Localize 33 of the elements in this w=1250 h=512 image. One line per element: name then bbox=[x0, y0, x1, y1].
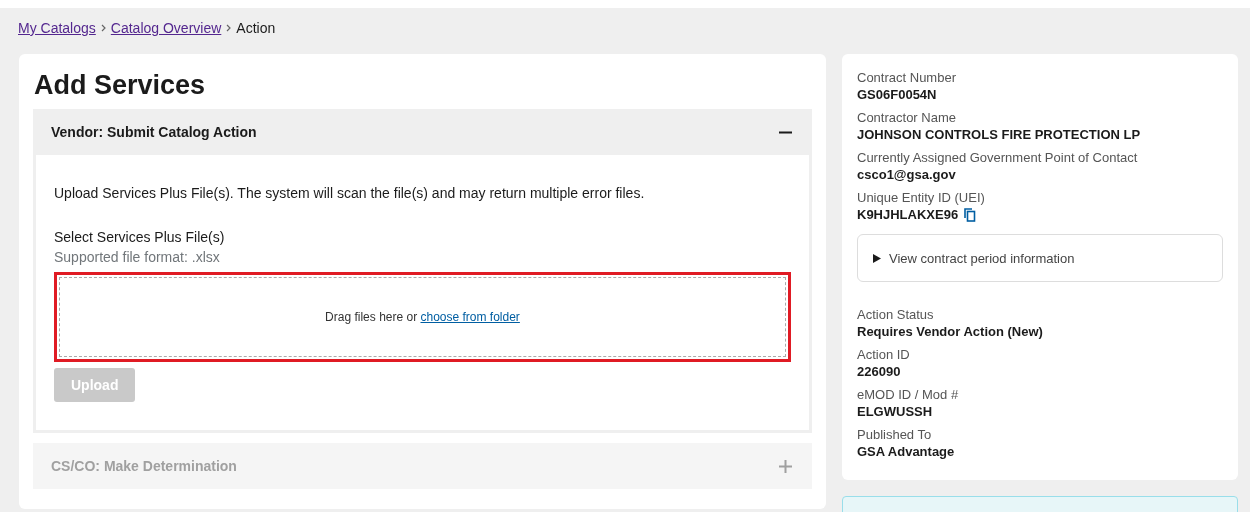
chevron-icon bbox=[100, 24, 106, 32]
field-label: Contractor Name bbox=[857, 109, 957, 126]
field-value: K9HJHLAKXE96 bbox=[857, 206, 959, 223]
field-label: Published To bbox=[857, 426, 933, 443]
field-label: eMOD ID / Mod # bbox=[857, 386, 960, 403]
field-value: csco1@gsa.gov bbox=[857, 166, 956, 183]
contract-period-toggle[interactable]: View contract period information bbox=[857, 234, 1223, 282]
field-label: Currently Assigned Government Point of Contact bbox=[857, 149, 1139, 166]
breadcrumb-link[interactable]: My Catalogs bbox=[18, 20, 96, 36]
field-label: Contract Number bbox=[857, 69, 957, 86]
hint-text: Supported file format: .xlsx bbox=[54, 249, 221, 265]
field-label: Action Status bbox=[857, 306, 935, 323]
page-title: Add Services bbox=[33, 70, 207, 101]
accordion-header[interactable]: Vendor: Submit Catalog Action bbox=[33, 109, 812, 155]
breadcrumb-link[interactable]: Catalog Overview bbox=[110, 20, 222, 36]
field-label: Select Services Plus File(s) bbox=[54, 229, 226, 245]
field-label: Action ID bbox=[857, 346, 911, 363]
copy-icon[interactable] bbox=[964, 207, 977, 222]
plus-icon bbox=[779, 459, 792, 473]
field-value: GS06F0054N bbox=[857, 86, 937, 103]
instruction-text: Upload Services Plus File(s). The system will scan the file(s) and may return multiple error files. bbox=[54, 185, 646, 201]
field-value: JOHNSON CONTROLS FIRE PROTECTION LP bbox=[857, 126, 1141, 143]
field-value: GSA Advantage bbox=[857, 443, 955, 460]
field-value: 226090 bbox=[857, 363, 901, 380]
drop-zone[interactable]: Drag files here or choose from folder bbox=[59, 277, 786, 357]
triangle-icon bbox=[873, 253, 881, 263]
choose-folder-link[interactable]: choose from folder bbox=[420, 310, 520, 324]
field-value: ELGWUSSH bbox=[857, 403, 933, 420]
field-label: Unique Entity ID (UEI) bbox=[857, 189, 986, 206]
drop-instruction: Drag files here or choose from folder bbox=[325, 310, 520, 324]
breadcrumb-current: Action bbox=[236, 20, 276, 36]
chevron-icon bbox=[226, 24, 232, 32]
field-value: Requires Vendor Action (New) bbox=[857, 323, 1043, 340]
